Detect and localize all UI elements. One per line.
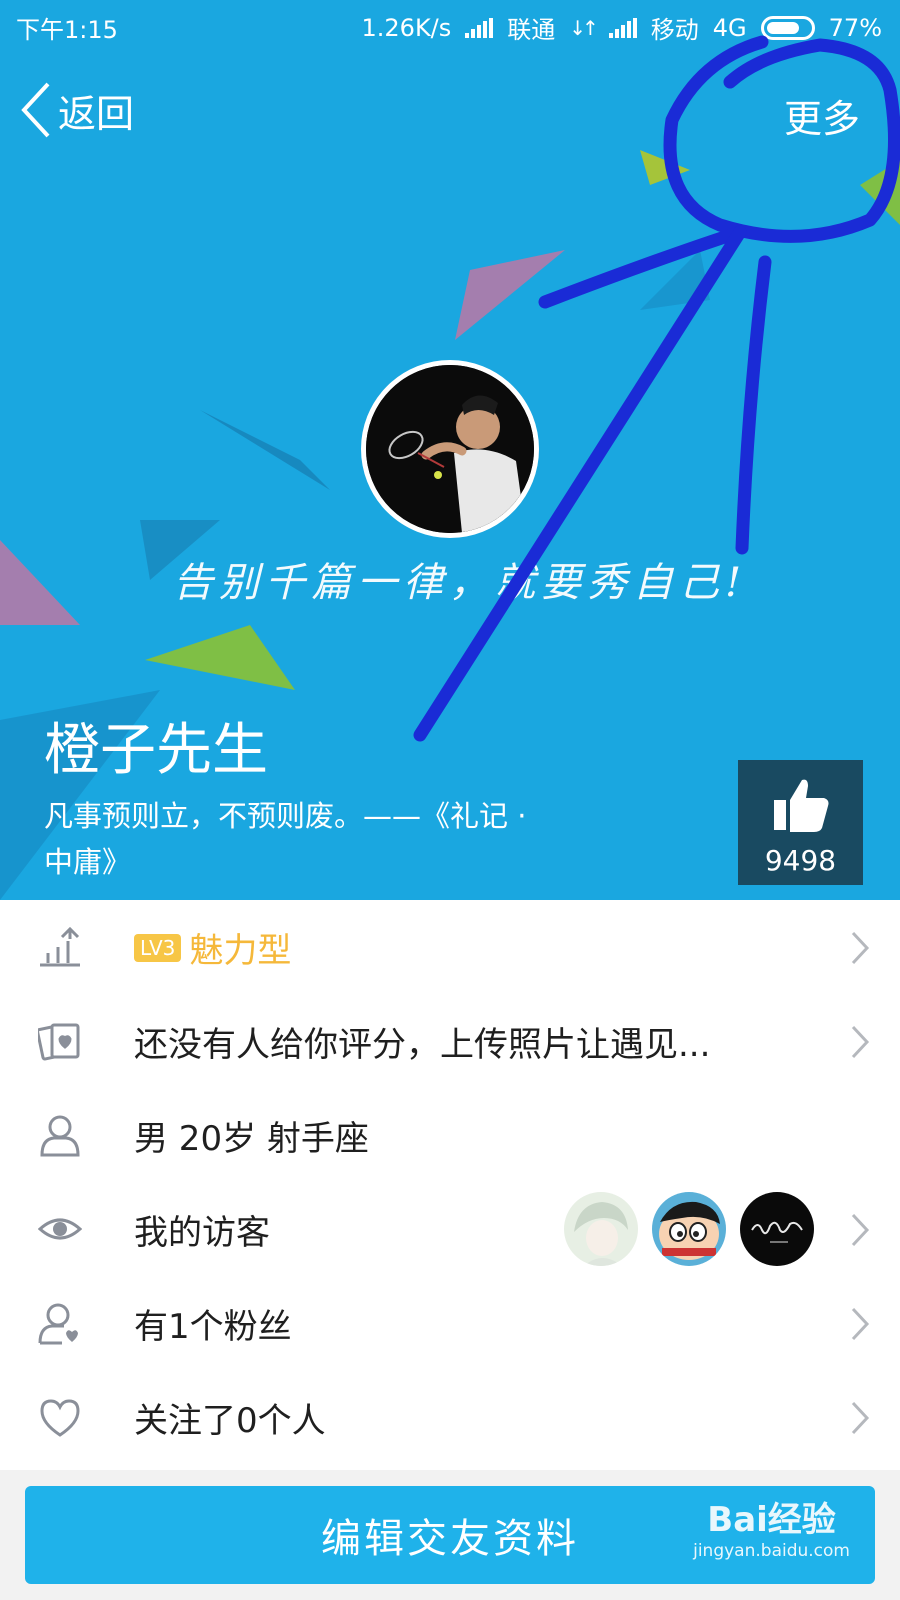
fans-text: 有1个粉丝	[134, 1306, 292, 1347]
chevron-right-icon	[851, 1401, 870, 1435]
basic-info-row[interactable]: 男 20岁 射手座	[0, 1088, 900, 1182]
status-time: 下午1:15	[16, 16, 118, 44]
carrier-mobile: 移动	[650, 16, 699, 44]
battery-level: 77%	[828, 13, 882, 42]
profile-slogan: 告别千篇一律，就要秀自己!	[172, 560, 748, 606]
profile-header: 下午1:15 1.26K/s 联通 ↓↑ 移动 4G 77% 返回 更多 告别千…	[0, 0, 900, 900]
chevron-right-icon	[851, 1307, 870, 1341]
avatar-photo	[366, 365, 534, 533]
visitors-text: 我的访客	[134, 1212, 270, 1253]
signature-avatar	[740, 1192, 814, 1266]
chevron-right-icon	[851, 931, 870, 965]
visitor-avatar[interactable]	[740, 1192, 814, 1266]
visitor-avatar[interactable]	[564, 1192, 638, 1266]
watermark-brand: Bai经验	[707, 1500, 836, 1540]
visitor-avatar[interactable]	[652, 1192, 726, 1266]
level-badge: LV3	[134, 934, 182, 962]
nickname: 橙子先生	[44, 718, 268, 783]
network-speed: 1.26K/s	[361, 13, 452, 42]
visitor-avatars	[564, 1192, 814, 1266]
data-arrows-icon: ↓↑	[569, 15, 598, 40]
nav-bar: 返回 更多	[0, 72, 900, 152]
chevron-right-icon	[851, 1025, 870, 1059]
level-type: 魅力型	[189, 930, 292, 971]
chevron-left-icon	[21, 82, 50, 138]
following-text: 关注了0个人	[134, 1400, 326, 1441]
status-bar: 下午1:15 1.26K/s 联通 ↓↑ 移动 4G 77%	[0, 0, 900, 52]
photo-cards-icon	[38, 1023, 80, 1061]
anime-boy-avatar	[564, 1192, 638, 1266]
signal-icon	[465, 17, 494, 38]
following-row[interactable]: 关注了0个人	[0, 1370, 900, 1464]
rating-row[interactable]: 还没有人给你评分，上传照片让遇见...	[0, 994, 900, 1088]
back-button[interactable]: 返回	[18, 80, 134, 140]
rating-text: 还没有人给你评分，上传照片让遇见...	[134, 1024, 711, 1065]
thumbs-up-icon	[773, 779, 828, 832]
status-indicators: 1.26K/s 联通 ↓↑ 移动 4G 77%	[362, 10, 883, 45]
level-info: LV3 魅力型	[134, 923, 291, 972]
watermark-url: jingyan.baidu.com	[693, 1541, 850, 1561]
network-type: 4G	[712, 13, 747, 42]
level-chart-icon	[40, 926, 80, 967]
cartoon-avatar	[652, 1192, 726, 1266]
back-label: 返回	[58, 91, 135, 136]
baidu-jingyan-watermark: Bai经验 jingyan.baidu.com	[693, 1492, 850, 1561]
signal-icon	[608, 17, 637, 38]
carrier-unicom: 联通	[507, 16, 556, 44]
like-button[interactable]: 9498	[738, 760, 863, 885]
visitors-row[interactable]: 我的访客	[0, 1182, 900, 1276]
heart-icon	[40, 1399, 80, 1437]
person-icon	[40, 1115, 80, 1157]
profile-avatar[interactable]	[361, 360, 539, 538]
footer: 编辑交友资料 Bai经验 jingyan.baidu.com	[0, 1470, 900, 1600]
more-button[interactable]: 更多	[784, 88, 860, 143]
like-count: 9498	[764, 844, 837, 877]
eye-icon	[38, 1218, 82, 1240]
edit-profile-label: 编辑交友资料	[321, 1516, 579, 1562]
profile-info-list: LV3 魅力型 还没有人给你评分，上传照片让遇见... 男 20岁 射手座 我的…	[0, 900, 900, 1464]
bio: 凡事预则立，不预则废。——《礼记 · 中庸》	[44, 799, 527, 879]
chevron-right-icon	[851, 1213, 870, 1247]
person-heart-icon	[38, 1303, 78, 1345]
basic-info-text: 男 20岁 射手座	[134, 1118, 369, 1159]
fans-row[interactable]: 有1个粉丝	[0, 1276, 900, 1370]
battery-icon	[760, 15, 815, 40]
level-row[interactable]: LV3 魅力型	[0, 900, 900, 994]
